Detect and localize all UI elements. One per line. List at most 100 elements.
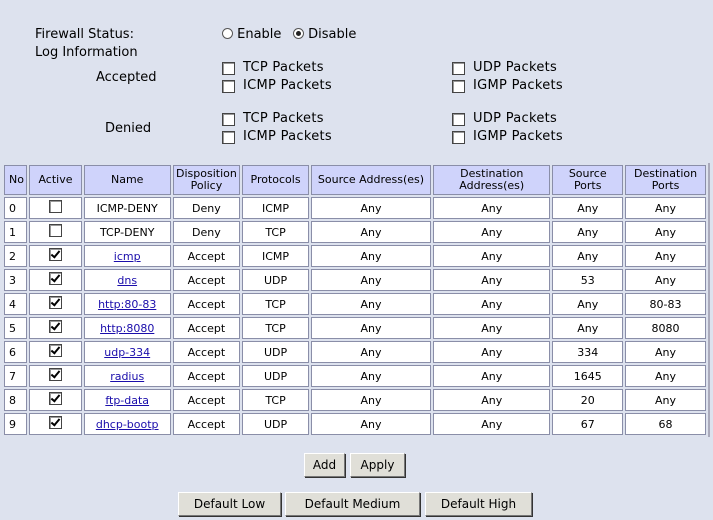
cell-policy: Accept [172,269,241,291]
cell-active[interactable] [29,389,82,411]
header-name: Name [83,165,171,195]
denied-tcp-checkbox[interactable] [222,113,235,126]
active-checkbox[interactable] [48,392,62,405]
cell-protocol: ICMP [242,245,309,267]
cell-source-port: Any [552,317,624,339]
cell-policy: Accept [172,293,241,315]
header-no: No [4,165,28,195]
cell-name[interactable]: radius [83,365,171,387]
cell-source-port: 20 [552,389,624,411]
active-checkbox[interactable] [48,200,62,213]
cell-source-port: Any [552,221,624,243]
cell-name[interactable]: icmp [83,245,171,267]
active-checkbox[interactable] [48,296,62,309]
rule-name-link[interactable]: udp-334 [104,346,150,359]
rule-name-link[interactable]: http:8080 [100,322,154,335]
cell-name[interactable]: dhcp-bootp [83,413,171,435]
active-checkbox[interactable] [48,368,62,381]
accepted-igmp-checkbox[interactable] [452,80,465,93]
cell-active[interactable] [29,293,82,315]
cell-no: 8 [4,389,28,411]
cell-name[interactable]: dns [83,269,171,291]
cell-active[interactable] [29,365,82,387]
active-checkbox[interactable] [48,416,62,429]
accepted-tcp-checkbox[interactable] [222,62,235,75]
apply-button[interactable]: Apply [350,453,405,477]
cell-name[interactable]: http:8080 [83,317,171,339]
cell-active[interactable] [29,197,82,219]
table-row: 3 dns Accept UDP Any Any 53 Any [4,269,706,291]
cell-destination-address: Any [433,389,551,411]
cell-source-port: Any [552,245,624,267]
cell-active[interactable] [29,341,82,363]
enable-radio[interactable] [222,28,233,39]
cell-source-port: Any [552,293,624,315]
rule-name-link[interactable]: dns [117,274,137,287]
accepted-udp-label: UDP Packets [473,60,558,75]
accepted-igmp-label: IGMP Packets [473,78,563,93]
active-checkbox[interactable] [48,272,62,285]
enable-label: Enable [237,27,282,42]
table-row: 8 ftp-data Accept TCP Any Any 20 Any [4,389,706,411]
add-button[interactable]: Add [304,453,345,477]
firewall-disable-option[interactable]: Disable [293,27,356,42]
cell-active[interactable] [29,245,82,267]
cell-protocol: TCP [242,389,309,411]
denied-udp-checkbox[interactable] [452,113,465,126]
rule-name-link[interactable]: dhcp-bootp [96,418,159,431]
cell-source-address: Any [310,197,432,219]
header-source-addresses: Source Address(es) [310,165,432,195]
firewall-enable-option[interactable]: Enable [222,27,281,42]
cell-active[interactable] [29,221,82,243]
accepted-icmp-checkbox[interactable] [222,80,235,93]
cell-destination-address: Any [433,317,551,339]
cell-active[interactable] [29,317,82,339]
active-checkbox[interactable] [48,344,62,357]
cell-no: 4 [4,293,28,315]
cell-protocol: TCP [242,293,309,315]
firewall-rules-table: No Active Name Disposition Policy Protoc… [2,163,710,437]
denied-icmp-checkbox[interactable] [222,131,235,144]
cell-name[interactable]: http:80-83 [83,293,171,315]
active-checkbox[interactable] [48,320,62,333]
cell-protocol: TCP [242,317,309,339]
cell-active[interactable] [29,413,82,435]
cell-no: 0 [4,197,28,219]
denied-igmp-label: IGMP Packets [473,129,563,144]
cell-no: 3 [4,269,28,291]
default-high-button[interactable]: Default High [425,492,532,516]
accepted-udp-checkbox[interactable] [452,62,465,75]
cell-destination-port: Any [625,269,706,291]
cell-policy: Accept [172,317,241,339]
default-medium-button[interactable]: Default Medium [285,492,420,516]
table-header-row: No Active Name Disposition Policy Protoc… [4,165,706,195]
denied-label: Denied [105,121,152,136]
table-row: 7 radius Accept UDP Any Any 1645 Any [4,365,706,387]
table-row: 6 udp-334 Accept UDP Any Any 334 Any [4,341,706,363]
cell-no: 5 [4,317,28,339]
rule-name-link[interactable]: http:80-83 [98,298,156,311]
cell-destination-port: Any [625,197,706,219]
cell-name[interactable]: udp-334 [83,341,171,363]
disable-radio[interactable] [293,28,304,39]
active-checkbox[interactable] [48,248,62,261]
cell-source-port: 1645 [552,365,624,387]
rule-name-link[interactable]: ftp-data [105,394,149,407]
cell-policy: Deny [172,197,241,219]
cell-source-port: 53 [552,269,624,291]
cell-destination-address: Any [433,341,551,363]
denied-igmp-checkbox[interactable] [452,131,465,144]
cell-protocol: TCP [242,221,309,243]
cell-active[interactable] [29,269,82,291]
active-checkbox[interactable] [48,224,62,237]
cell-policy: Accept [172,341,241,363]
cell-destination-address: Any [433,245,551,267]
table-row: 5 http:8080 Accept TCP Any Any Any 8080 [4,317,706,339]
rule-name-link[interactable]: icmp [114,250,141,263]
rule-name-link[interactable]: radius [110,370,144,383]
default-low-button[interactable]: Default Low [178,492,281,516]
cell-name[interactable]: ftp-data [83,389,171,411]
cell-source-address: Any [310,341,432,363]
table-row: 4 http:80-83 Accept TCP Any Any Any 80-83 [4,293,706,315]
table-row: 1 TCP-DENY Deny TCP Any Any Any Any [4,221,706,243]
